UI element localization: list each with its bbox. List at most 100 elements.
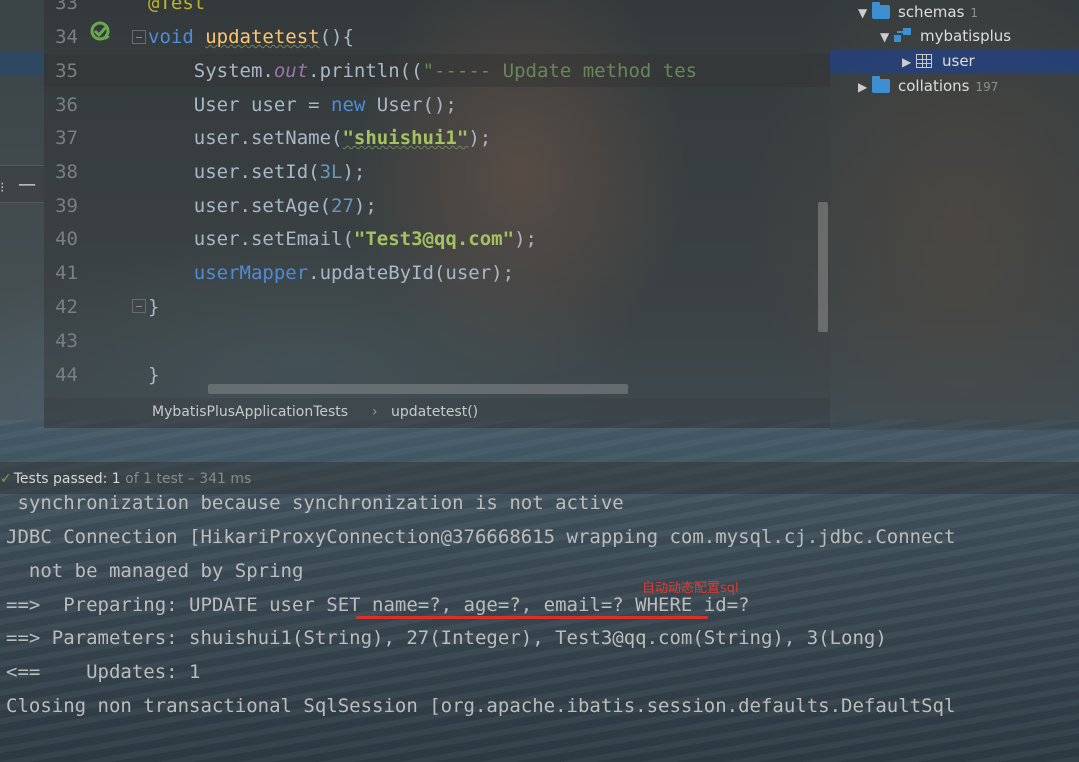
line-number: 42 — [55, 296, 78, 318]
settings-icon[interactable]: ⁝ — [0, 180, 4, 196]
code-token: user.setName( — [148, 127, 343, 149]
code-token: User user = — [148, 94, 332, 116]
code-line[interactable]: 38 user.setId(3L); — [44, 155, 830, 189]
line-number: 35 — [55, 60, 78, 82]
console-line: not be managed by Spring — [6, 560, 304, 582]
line-number: 37 — [55, 127, 78, 149]
chevron-down-icon[interactable]: ▼ — [880, 25, 894, 50]
breadcrumb-method[interactable]: updatetest() — [391, 404, 478, 420]
code-line[interactable]: 36 User user = new User(); — [44, 88, 830, 122]
tree-item-label: collations — [898, 77, 970, 95]
code-text: userMapper.updateById(user); — [148, 256, 514, 290]
code-text: user.setEmail("Test3@qq.com"); — [148, 222, 537, 256]
code-token: out — [273, 60, 309, 82]
line-number: 33 — [55, 0, 78, 14]
console-line: ==> Parameters: shuishui1(String), 27(In… — [6, 627, 887, 649]
line-number: 36 — [55, 94, 78, 116]
code-line[interactable]: 34 void updatetest(){ — [44, 20, 830, 54]
run-toolbar — [0, 428, 1079, 462]
code-text: user.setAge(27); — [148, 189, 377, 223]
left-panel-edge: ⁝ — — [0, 0, 44, 430]
console-output[interactable]: synchronization because synchronization … — [0, 492, 1079, 762]
code-token: updatetest — [205, 26, 320, 48]
code-text: System.out.println(("----- Update method… — [148, 54, 697, 88]
breadcrumb-class[interactable]: MybatisPlusApplicationTests — [152, 404, 348, 420]
code-token: (){ — [319, 26, 354, 48]
code-token: user.setAge( — [148, 195, 332, 217]
status-suffix: of 1 test – 341 ms — [125, 471, 252, 487]
tree-item-table-user[interactable]: ▶ user — [902, 49, 975, 74]
check-icon: ✓ — [0, 471, 12, 487]
tree-item-label: mybatisplus — [920, 27, 1012, 45]
code-token: User(); — [376, 94, 457, 116]
line-number: 34 — [55, 26, 78, 48]
breadcrumb: MybatisPlusApplicationTests › updatetest… — [44, 398, 830, 428]
console-line: JDBC Connection [HikariProxyConnection@3… — [6, 526, 956, 548]
minimize-icon[interactable]: — — [18, 174, 36, 195]
horizontal-scrollbar[interactable] — [208, 384, 628, 394]
schema-icon — [894, 28, 912, 44]
code-token: 3L — [319, 161, 343, 183]
code-token: } — [148, 364, 160, 386]
console-line: ==> Preparing: UPDATE user SET name=?, a… — [6, 594, 750, 616]
tree-item-collations[interactable]: ▶ collations 197 — [858, 74, 998, 99]
code-text: User user = new User(); — [148, 88, 457, 122]
breadcrumb-separator: › — [372, 404, 378, 420]
code-line[interactable]: 35 System.out.println(("----- Update met… — [44, 54, 830, 88]
chevron-right-icon[interactable]: ▶ — [858, 75, 872, 100]
run-test-icon[interactable] — [90, 20, 112, 42]
left-panel-tab[interactable]: ⁝ — — [0, 165, 44, 203]
tree-item-schemas[interactable]: ▼ schemas 1 — [858, 0, 978, 25]
handwritten-annotation: 自动动态配置sql — [642, 581, 739, 596]
code-line[interactable]: 33 @Test — [44, 0, 830, 20]
line-number: 44 — [55, 364, 78, 386]
code-token: @Test — [148, 0, 206, 14]
code-line[interactable]: 40 user.setEmail("Test3@qq.com"); — [44, 222, 830, 256]
vertical-scrollbar[interactable] — [818, 202, 828, 332]
code-token: user.setEmail( — [148, 228, 354, 250]
console-line: Closing non transactional SqlSession [or… — [6, 695, 956, 717]
test-status-bar: ✓ Tests passed: 1 of 1 test – 341 ms — [0, 462, 1079, 494]
code-token: System. — [148, 60, 274, 82]
code-token: .updateById(user); — [308, 262, 515, 284]
code-token: new — [331, 94, 377, 116]
folder-icon — [872, 76, 890, 93]
line-number: 43 — [55, 330, 78, 352]
code-line[interactable]: 42} — [44, 290, 830, 324]
line-number: 40 — [55, 228, 78, 250]
tree-item-schema[interactable]: ▼ mybatisplus — [880, 24, 1011, 49]
left-panel-selection — [0, 51, 44, 75]
tree-item-count: 1 — [970, 6, 979, 20]
code-token: .println(( — [308, 60, 423, 82]
chevron-right-icon[interactable]: ▶ — [902, 50, 916, 75]
tree-item-count: 197 — [975, 80, 999, 94]
tree-item-label: user — [942, 52, 975, 70]
console-line: <== Updates: 1 — [6, 661, 201, 683]
code-token: "shuishui1" — [342, 127, 469, 149]
folder-icon — [872, 2, 890, 19]
code-line[interactable]: 39 user.setAge(27); — [44, 189, 830, 223]
status-prefix: Tests passed: — [13, 471, 108, 487]
code-text: } — [148, 358, 159, 392]
fold-marker-icon[interactable] — [132, 30, 146, 44]
code-text: user.setName("shuishui1"); — [148, 121, 491, 155]
code-line[interactable]: 41 userMapper.updateById(user); — [44, 256, 830, 290]
code-token: user.setId( — [148, 161, 320, 183]
code-token: userMapper — [148, 262, 309, 284]
tree-item-label: schemas — [898, 3, 965, 21]
status-passed-count: 1 — [111, 471, 121, 487]
code-token: ); — [468, 127, 492, 149]
code-token: } — [148, 296, 160, 318]
code-text: @Test — [148, 0, 205, 20]
code-token: 27 — [331, 195, 354, 217]
chevron-down-icon[interactable]: ▼ — [858, 1, 872, 26]
code-token: void — [148, 26, 206, 48]
annotation-underline — [356, 616, 708, 619]
code-line[interactable]: 43 — [44, 324, 830, 358]
code-token: ); — [353, 195, 377, 217]
console-line: synchronization because synchronization … — [6, 492, 624, 514]
fold-marker-icon[interactable] — [132, 299, 146, 313]
code-line[interactable]: 37 user.setName("shuishui1"); — [44, 121, 830, 155]
line-number: 39 — [55, 195, 78, 217]
code-editor[interactable]: 33 @Test 34 void updatetest(){ 35 System.out… — [44, 0, 830, 398]
